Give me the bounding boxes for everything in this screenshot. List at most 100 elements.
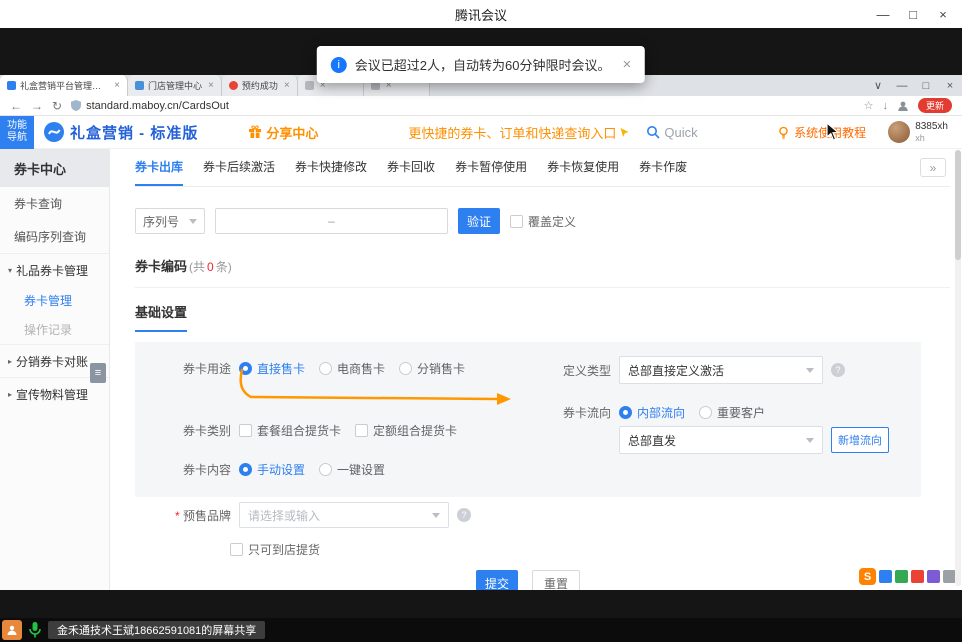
- minimize-icon[interactable]: —: [868, 0, 898, 28]
- microphone-icon[interactable]: [28, 621, 42, 639]
- bulb-icon: [777, 126, 790, 139]
- tab-card-resume[interactable]: 券卡恢复使用: [547, 149, 619, 186]
- sidebar-item-card-query[interactable]: 券卡查询: [0, 187, 109, 220]
- sidebar-group-gift-card-management[interactable]: ▾ 礼品券卡管理: [0, 253, 109, 286]
- card-operation-tabs: 券卡出库 券卡后续激活 券卡快捷修改 券卡回收 券卡暂停使用 券卡恢复使用 券卡…: [135, 149, 950, 187]
- tab-close-icon[interactable]: ×: [114, 80, 120, 91]
- sidebar-item-operation-log[interactable]: 操作记录: [0, 315, 109, 344]
- refresh-icon[interactable]: ↻: [52, 99, 62, 113]
- submit-button[interactable]: 提交: [476, 570, 518, 590]
- override-definition-checkbox[interactable]: 覆盖定义: [510, 213, 576, 230]
- radio-internal-flow[interactable]: 内部流向: [619, 404, 685, 421]
- card-codes-heading: 券卡编码 (共 0 条): [135, 256, 962, 275]
- browser-tab-booking-success[interactable]: 预约成功 ×: [222, 75, 298, 96]
- browser-maximize-icon[interactable]: □: [914, 80, 938, 92]
- verify-button[interactable]: 验证: [458, 208, 500, 234]
- tab-card-quick-edit[interactable]: 券卡快捷修改: [295, 149, 367, 186]
- back-icon[interactable]: ←: [10, 99, 22, 113]
- download-icon[interactable]: ↓: [882, 100, 888, 112]
- address-input[interactable]: standard.maboy.cn/CardsOut: [71, 100, 229, 112]
- field-label: 定义类型: [563, 362, 611, 379]
- tab-label: 预约成功: [242, 79, 278, 92]
- tab-card-outbound[interactable]: 券卡出库: [135, 149, 183, 186]
- update-badge[interactable]: 更新: [918, 98, 952, 113]
- add-flow-button[interactable]: 新增流向: [831, 427, 889, 453]
- toast-close-icon[interactable]: ×: [622, 56, 631, 73]
- store-pickup-checkbox[interactable]: 只可到店提货: [230, 541, 962, 558]
- sidebar-item-card-management[interactable]: 券卡管理: [0, 286, 109, 315]
- sidebar-item-code-sequence-query[interactable]: 编码序列查询: [0, 220, 109, 253]
- sharer-avatar-icon[interactable]: [2, 620, 22, 640]
- system-tutorial-link[interactable]: 系统使用教程: [777, 124, 866, 141]
- quick-entry-link[interactable]: 更快捷的券卡、订单和快递查询入口: [408, 123, 630, 142]
- serial-range-input[interactable]: –: [215, 208, 448, 234]
- extension-s-icon[interactable]: S: [859, 568, 876, 585]
- field-label: 券卡用途: [183, 360, 231, 377]
- sidebar-group-label: 礼品券卡管理: [16, 262, 88, 279]
- help-info-icon[interactable]: ?: [831, 363, 845, 377]
- codes-count-prefix: (共: [189, 258, 205, 275]
- field-label: * 预售品牌: [175, 507, 231, 524]
- profile-icon[interactable]: [897, 100, 909, 112]
- extension-icon[interactable]: [879, 570, 892, 583]
- radio-manual-setup[interactable]: 手动设置: [239, 461, 305, 478]
- tab-card-suspend[interactable]: 券卡暂停使用: [455, 149, 527, 186]
- serial-type-select[interactable]: 序列号: [135, 208, 205, 234]
- reset-button[interactable]: 重置: [532, 570, 580, 590]
- quick-search[interactable]: Quick: [646, 125, 697, 140]
- window-controls: — □ ×: [868, 0, 958, 28]
- browser-close-icon[interactable]: ×: [938, 80, 962, 92]
- extension-icon[interactable]: [911, 570, 924, 583]
- close-icon[interactable]: ×: [928, 0, 958, 28]
- chevron-down-icon: [432, 513, 440, 518]
- checkbox-fixed-combo-pickup-card[interactable]: 定额组合提货卡: [355, 422, 457, 439]
- tab-card-followup-activate[interactable]: 券卡后续激活: [203, 149, 275, 186]
- flow-target-select[interactable]: 总部直发: [619, 426, 823, 454]
- checkbox-icon: [510, 215, 523, 228]
- chevron-down-icon[interactable]: ∨: [866, 79, 890, 92]
- panel-collapse-button[interactable]: »: [920, 158, 946, 177]
- select-value: 总部直发: [628, 432, 676, 449]
- forward-icon[interactable]: →: [31, 99, 43, 113]
- definition-type-select[interactable]: 总部直接定义激活: [619, 356, 823, 384]
- radio-selected-icon: [619, 406, 632, 419]
- extension-icon[interactable]: [895, 570, 908, 583]
- user-account[interactable]: 8385xh xh: [888, 121, 948, 143]
- function-nav-toggle[interactable]: 功能 导航: [0, 116, 34, 149]
- sidebar-group-label: 分销券卡对账: [16, 353, 88, 370]
- field-label: 券卡类别: [183, 422, 231, 439]
- tab-card-recycle[interactable]: 券卡回收: [387, 149, 435, 186]
- radio-ecommerce-sale[interactable]: 电商售卡: [319, 360, 385, 377]
- toast-message: 会议已超过2人，自动转为60分钟限时会议。: [355, 55, 611, 74]
- maximize-icon[interactable]: □: [898, 0, 928, 28]
- radio-important-customer[interactable]: 重要客户: [699, 404, 765, 421]
- tab-close-icon[interactable]: ×: [208, 80, 214, 91]
- browser-tab-marketing-center[interactable]: 礼盒营销平台管理中心 ×: [0, 75, 128, 96]
- tab-close-icon[interactable]: ×: [284, 80, 290, 91]
- sidebar: 券卡中心 券卡查询 编码序列查询 ▾ 礼品券卡管理 券卡管理 操作记录 ▸ 分销…: [0, 149, 110, 590]
- radio-direct-sale[interactable]: 直接售卡: [239, 360, 305, 377]
- chevron-down-icon: [806, 438, 814, 443]
- promo-text: 更快捷的券卡、订单和快递查询入口: [408, 123, 616, 142]
- person-icon: [6, 624, 18, 636]
- field-label: 券卡流向: [563, 404, 611, 421]
- extension-icon[interactable]: [927, 570, 940, 583]
- codes-count: 0: [207, 260, 214, 274]
- radio-label: 重要客户: [717, 404, 765, 421]
- help-info-icon[interactable]: ?: [457, 508, 471, 522]
- radio-distribution-sale[interactable]: 分销售卡: [399, 360, 465, 377]
- radio-one-click-setup[interactable]: 一键设置: [319, 461, 385, 478]
- browser-minimize-icon[interactable]: —: [890, 80, 914, 92]
- share-center-link[interactable]: 分享中心: [248, 123, 318, 142]
- tab-card-void[interactable]: 券卡作废: [639, 149, 687, 186]
- browser-tab-store-center[interactable]: 门店管理中心 ×: [128, 75, 222, 96]
- app-logo[interactable]: 礼盒营销 - 标准版: [44, 122, 198, 143]
- scrollbar-track: [955, 150, 961, 586]
- scrollbar-thumb[interactable]: [955, 150, 961, 260]
- presale-brand-select[interactable]: 请选择或输入: [239, 502, 449, 528]
- codes-count-suffix: 条): [216, 258, 232, 275]
- checkbox-combo-pickup-card[interactable]: 套餐组合提货卡: [239, 422, 341, 439]
- favorite-star-icon[interactable]: ☆: [864, 99, 874, 112]
- flow-target-row: 总部直发 新增流向: [619, 426, 889, 454]
- sidebar-collapse-handle[interactable]: ≡: [90, 363, 106, 383]
